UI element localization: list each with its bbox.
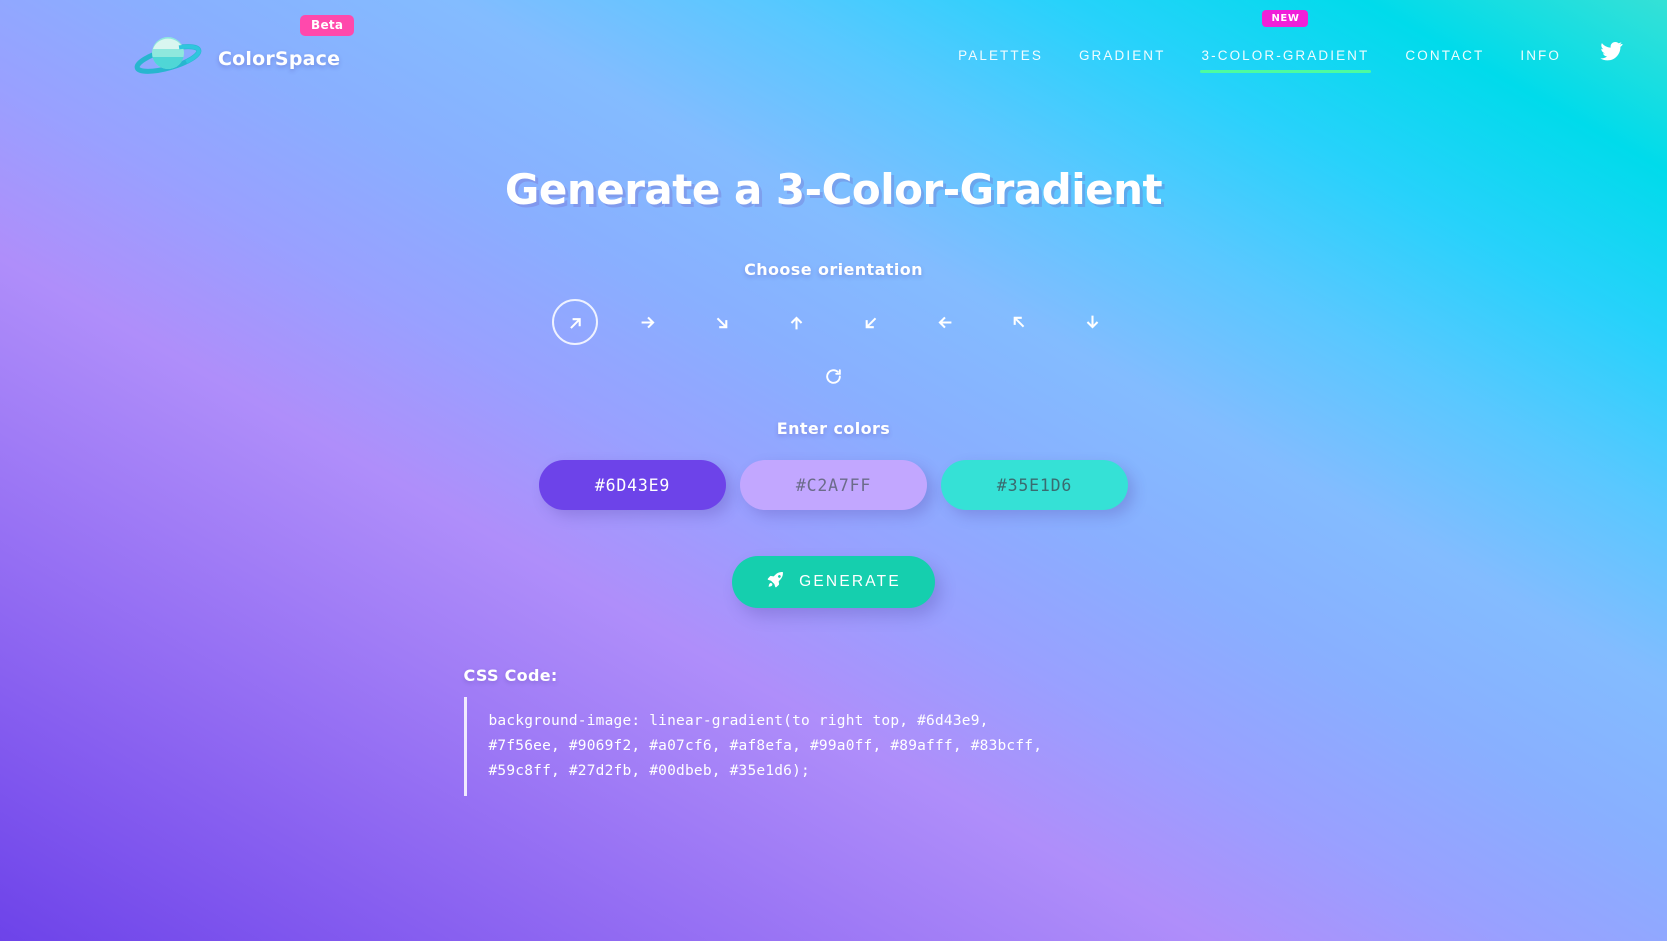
nav-item-info[interactable]: INFO: [1502, 30, 1579, 81]
brand-logo[interactable]: ColorSpace Beta: [132, 15, 355, 83]
nav-item-label: PALETTES: [958, 47, 1043, 63]
main-content: Generate a 3-Color-Gradient Choose orien…: [0, 110, 1667, 796]
arrow-left-icon[interactable]: [922, 299, 968, 345]
nav-item-3-color-gradient[interactable]: NEW 3-COLOR-GRADIENT: [1184, 9, 1388, 81]
nav-item-label: 3-COLOR-GRADIENT: [1201, 47, 1370, 63]
colors-label: Enter colors: [776, 419, 891, 438]
orientation-selector: [538, 299, 1130, 345]
twitter-icon: [1599, 39, 1623, 68]
css-output-block: CSS Code: background-image: linear-gradi…: [463, 666, 1064, 796]
arrow-down-left-icon[interactable]: [848, 299, 894, 345]
arrow-down-icon[interactable]: [774, 299, 820, 345]
orientation-label: Choose orientation: [744, 260, 923, 279]
twitter-link[interactable]: [1599, 39, 1623, 72]
nav-item-label: INFO: [1520, 47, 1561, 63]
color-inputs-row: [539, 460, 1128, 510]
nav-item-label: GRADIENT: [1078, 47, 1166, 63]
color-input-2[interactable]: [740, 460, 927, 510]
arrow-up-left-icon[interactable]: [996, 299, 1042, 345]
css-code-title: CSS Code:: [463, 666, 558, 685]
arrow-down-right-icon[interactable]: [700, 299, 746, 345]
main-navigation: PALETTES GRADIENT NEW 3-COLOR-GRADIENT C…: [940, 9, 1623, 81]
css-code-box[interactable]: background-image: linear-gradient(to rig…: [463, 697, 1064, 796]
generate-button-label: GENERATE: [799, 573, 901, 590]
refresh-icon[interactable]: [817, 359, 851, 393]
nav-item-contact[interactable]: CONTACT: [1387, 30, 1502, 81]
beta-badge: Beta: [300, 15, 355, 36]
new-badge: NEW: [1262, 9, 1309, 27]
page-title: Generate a 3-Color-Gradient: [504, 165, 1163, 214]
site-header: ColorSpace Beta PALETTES GRADIENT NEW 3-…: [0, 0, 1667, 110]
css-code-text: background-image: linear-gradient(to rig…: [488, 713, 1052, 779]
brand-name: ColorSpace: [218, 48, 341, 70]
nav-item-gradient[interactable]: GRADIENT: [1061, 30, 1184, 81]
rocket-icon: [766, 570, 785, 594]
nav-item-palettes[interactable]: PALETTES: [940, 30, 1061, 81]
arrow-up-icon[interactable]: [1070, 299, 1116, 345]
arrow-right-icon[interactable]: [626, 299, 672, 345]
color-input-3[interactable]: [941, 460, 1128, 510]
color-input-1[interactable]: [539, 460, 726, 510]
planet-icon: [132, 27, 204, 83]
nav-item-label: CONTACT: [1405, 47, 1485, 63]
generate-button[interactable]: GENERATE: [732, 556, 935, 608]
arrow-up-right-icon[interactable]: [551, 299, 598, 345]
